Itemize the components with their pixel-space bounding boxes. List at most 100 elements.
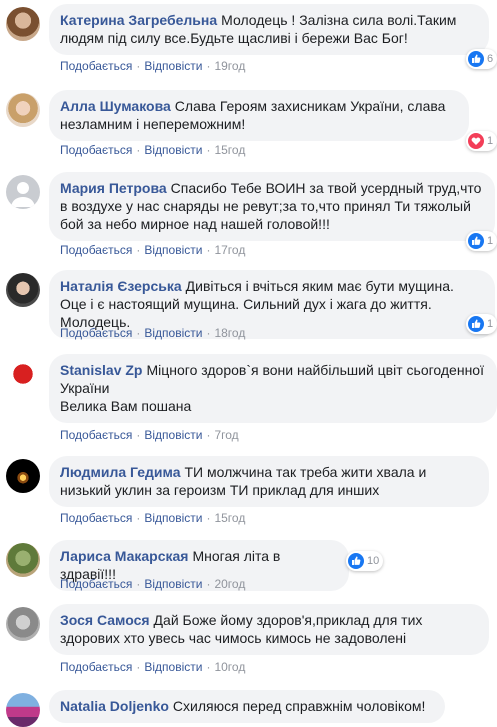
- separator: ·: [136, 660, 141, 674]
- timestamp[interactable]: 7год: [214, 428, 238, 442]
- separator: ·: [136, 59, 141, 73]
- reply-link[interactable]: Відповісти: [144, 243, 202, 257]
- like-icon: [468, 233, 484, 249]
- separator: ·: [136, 243, 141, 257]
- separator: ·: [206, 428, 211, 442]
- comment-author[interactable]: Мария Петрова: [60, 180, 167, 196]
- separator: ·: [136, 326, 141, 340]
- avatar[interactable]: [6, 7, 40, 41]
- avatar[interactable]: [6, 93, 40, 127]
- comment: Зося Самося Дай Боже йому здоров'я,прикла…: [0, 604, 497, 676]
- comment-actions: Подобається · Відповісти · 7год: [60, 428, 239, 442]
- comment-author[interactable]: Наталія Єзерська: [60, 278, 182, 294]
- reply-link[interactable]: Відповісти: [144, 143, 202, 157]
- separator: ·: [136, 428, 141, 442]
- reply-link[interactable]: Відповісти: [144, 59, 202, 73]
- avatar[interactable]: [6, 357, 40, 391]
- comment: Алла Шумакова Слава Героям захисникам Укр…: [0, 90, 497, 162]
- timestamp[interactable]: 19год: [214, 59, 245, 73]
- like-icon: [348, 553, 364, 569]
- comment-bubble: Stanislav Zp Міцного здоров`я вони найбіл…: [49, 354, 497, 423]
- reaction-badge[interactable]: 1: [466, 314, 497, 334]
- reply-link[interactable]: Відповісти: [144, 577, 202, 591]
- comment: Мария Петрова Спасибо Тебе ВОИН за твой у…: [0, 172, 497, 262]
- like-link[interactable]: Подобається: [60, 326, 132, 340]
- reply-link[interactable]: Відповісти: [144, 511, 202, 525]
- avatar[interactable]: [6, 459, 40, 493]
- avatar[interactable]: [6, 607, 40, 641]
- separator: ·: [136, 511, 141, 525]
- timestamp[interactable]: 20год: [214, 577, 245, 591]
- comment-bubble: Natalia Doljenko Схиляюся перед справжнім…: [49, 690, 445, 723]
- like-link[interactable]: Подобається: [60, 660, 132, 674]
- comment-text-line2: Велика Вам пошана: [60, 398, 192, 414]
- comment-actions: Подобається · Відповісти · 19год: [60, 59, 245, 73]
- like-link[interactable]: Подобається: [60, 59, 132, 73]
- comment-author[interactable]: Зося Самося: [60, 612, 150, 628]
- separator: ·: [206, 59, 211, 73]
- avatar[interactable]: [6, 273, 40, 307]
- separator: ·: [136, 577, 141, 591]
- avatar[interactable]: [6, 175, 40, 209]
- timestamp[interactable]: 15год: [214, 511, 245, 525]
- comment-bubble: Зося Самося Дай Боже йому здоров'я,прикла…: [49, 604, 489, 655]
- comment: Катерина Загребельна Молодець ! Залізна с…: [0, 4, 497, 80]
- timestamp[interactable]: 18год: [214, 326, 245, 340]
- comment-author[interactable]: Людмила Гедима: [60, 464, 180, 480]
- comment: Наталія Єзерська Дивіться і вчіться яким …: [0, 270, 497, 344]
- like-link[interactable]: Подобається: [60, 243, 132, 257]
- comment: Natalia Doljenko Схиляюся перед справжнім…: [0, 690, 497, 727]
- reply-link[interactable]: Відповісти: [144, 428, 202, 442]
- reaction-badge[interactable]: 1: [466, 231, 497, 251]
- avatar[interactable]: [6, 543, 40, 577]
- reaction-badge[interactable]: 10: [346, 551, 384, 571]
- comment-author[interactable]: Natalia Doljenko: [60, 698, 169, 714]
- separator: ·: [206, 511, 211, 525]
- love-icon: [468, 133, 484, 149]
- comment-actions: Подобається · Відповісти · 10год: [60, 660, 245, 674]
- reaction-count: 1: [487, 318, 494, 330]
- separator: ·: [206, 243, 211, 257]
- comment-actions: Подобається · Відповісти · 15год: [60, 143, 245, 157]
- reaction-count: 1: [487, 235, 494, 247]
- reply-link[interactable]: Відповісти: [144, 326, 202, 340]
- comment-author[interactable]: Лариса Макарская: [60, 548, 188, 564]
- like-link[interactable]: Подобається: [60, 577, 132, 591]
- comment-actions: Подобається · Відповісти · 17год: [60, 243, 245, 257]
- separator: ·: [206, 143, 211, 157]
- comment-author[interactable]: Stanislav Zp: [60, 362, 142, 378]
- comment-bubble: Людмила Гедима ТИ молжчина так треба жити…: [49, 456, 489, 507]
- comment-actions: Подобається · Відповісти · 18год: [60, 326, 245, 340]
- default-avatar-icon: [11, 182, 35, 207]
- reaction-count: 1: [487, 135, 494, 147]
- comment: Лариса Макарская Многая літа в здравії!!!…: [0, 540, 497, 592]
- comment-bubble: Мария Петрова Спасибо Тебе ВОИН за твой у…: [49, 172, 495, 241]
- reply-link[interactable]: Відповісти: [144, 660, 202, 674]
- like-link[interactable]: Подобається: [60, 143, 132, 157]
- separator: ·: [206, 660, 211, 674]
- comment-actions: Подобається · Відповісти · 15год: [60, 511, 245, 525]
- separator: ·: [136, 143, 141, 157]
- comment-author[interactable]: Алла Шумакова: [60, 98, 171, 114]
- comment: Stanislav Zp Міцного здоров`я вони найбіл…: [0, 354, 497, 444]
- timestamp[interactable]: 17год: [214, 243, 245, 257]
- comment-actions: Подобається · Відповісти · 20год: [60, 577, 245, 591]
- like-link[interactable]: Подобається: [60, 428, 132, 442]
- like-icon: [468, 316, 484, 332]
- comment-feed: Катерина Загребельна Молодець ! Залізна с…: [0, 0, 497, 727]
- timestamp[interactable]: 10год: [214, 660, 245, 674]
- separator: ·: [206, 326, 211, 340]
- like-link[interactable]: Подобається: [60, 511, 132, 525]
- reaction-count: 10: [367, 555, 380, 567]
- reaction-count: 6: [487, 53, 494, 65]
- timestamp[interactable]: 15год: [214, 143, 245, 157]
- like-icon: [468, 51, 484, 67]
- separator: ·: [206, 577, 211, 591]
- comment-bubble: Катерина Загребельна Молодець ! Залізна с…: [49, 4, 489, 55]
- comment: Людмила Гедима ТИ молжчина так треба жити…: [0, 456, 497, 528]
- comment-author[interactable]: Катерина Загребельна: [60, 12, 217, 28]
- comment-text: Схиляюся перед справжнім чоловіком!: [172, 698, 426, 714]
- reaction-badge[interactable]: 1: [466, 131, 497, 151]
- reaction-badge[interactable]: 6: [466, 49, 497, 69]
- comment-bubble: Алла Шумакова Слава Героям захисникам Укр…: [49, 90, 469, 141]
